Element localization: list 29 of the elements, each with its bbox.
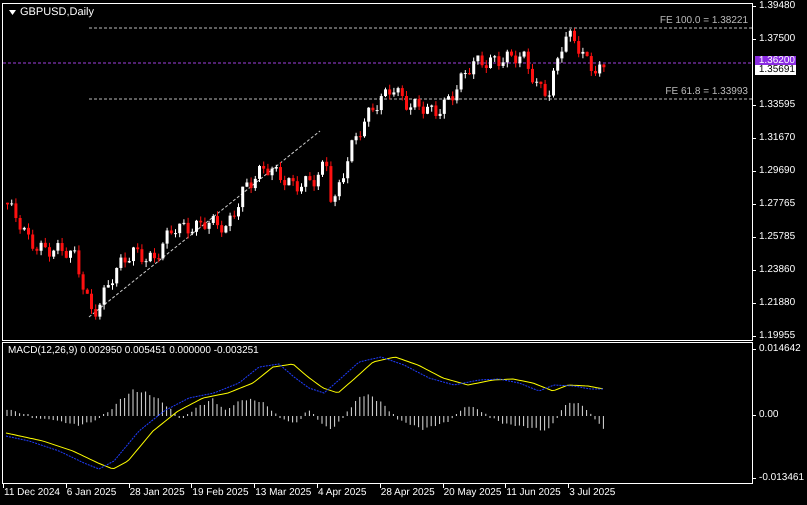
price-axis-label: 1.31670 xyxy=(759,132,796,144)
price-axis-label: 1.37500 xyxy=(759,33,796,45)
price-axis-label: 1.33595 xyxy=(759,99,796,111)
price-axis-label: 1.19955 xyxy=(759,330,796,342)
indicator-axis-label: 0.00 xyxy=(759,409,778,421)
fibo-level-label: FE 100.0 = 1.38221 xyxy=(660,15,748,27)
price-axis-label: 1.23860 xyxy=(759,264,796,276)
time-axis-label: 3 Jul 2025 xyxy=(569,487,616,499)
price-axis-label: 1.25785 xyxy=(759,231,796,243)
time-axis-label: 6 Jan 2025 xyxy=(66,487,116,499)
time-axis-label: 28 Apr 2025 xyxy=(380,487,435,499)
price-axis-label: 1.21880 xyxy=(759,297,796,309)
price-axis-label: 1.39480 xyxy=(759,0,796,12)
indicator-axis-label: 0.014642 xyxy=(759,343,801,355)
price-axis-label: 1.27765 xyxy=(759,198,796,210)
price-axis-label: 1.29690 xyxy=(759,165,796,177)
chart-title: GBPUSD,Daily xyxy=(20,6,94,19)
time-axis-label: 19 Feb 2025 xyxy=(192,487,249,499)
price-tag: 1.35691 xyxy=(755,65,796,75)
indicator-label: MACD(12,26,9) 0.002950 0.005451 0.000000 -0.003251 xyxy=(8,345,259,357)
time-axis-label: 11 Dec 2024 xyxy=(4,487,60,499)
time-axis-label: 13 Mar 2025 xyxy=(255,487,312,499)
price-tag: 1.36200 xyxy=(755,56,796,66)
time-axis-label: 4 Apr 2025 xyxy=(318,487,366,499)
time-axis-label: 11 Jun 2025 xyxy=(506,487,561,499)
time-axis-label: 28 Jan 2025 xyxy=(130,487,185,499)
fibo-level-label: FE 61.8 = 1.33993 xyxy=(665,86,748,98)
time-axis-label: 20 May 2025 xyxy=(444,487,502,499)
indicator-axis-label: -0.013461 xyxy=(759,472,804,484)
